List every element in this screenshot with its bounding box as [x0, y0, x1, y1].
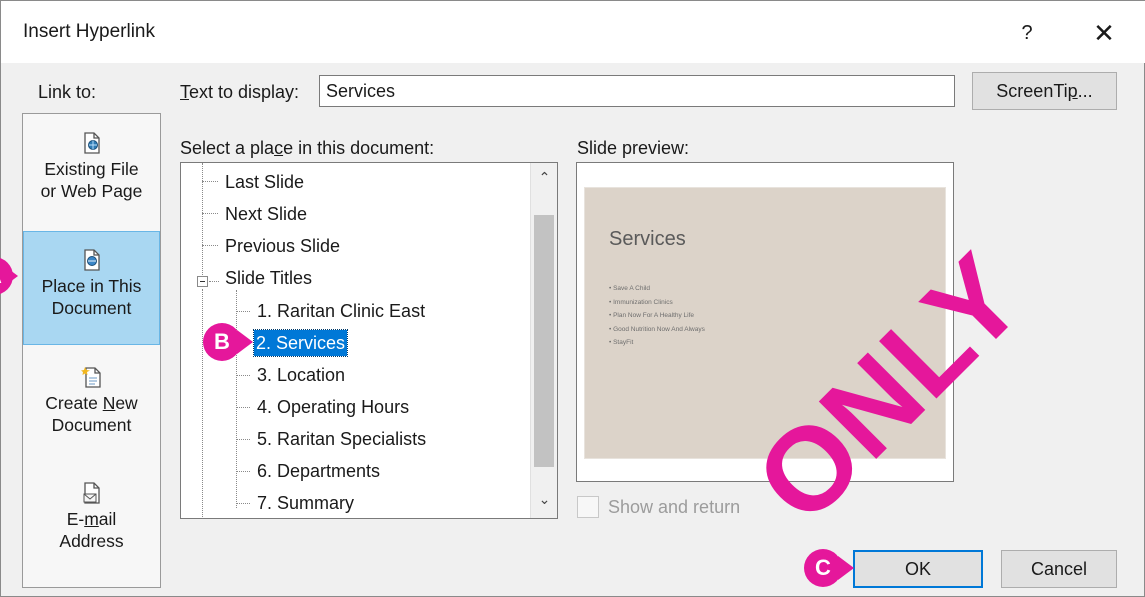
tree-scrollbar[interactable]: ⌃ ⌄ [530, 163, 557, 518]
tree-line [236, 471, 250, 472]
slide-bullet: StayFit [609, 336, 705, 350]
screentip-button[interactable]: ScreenTip... [972, 72, 1117, 110]
tree-item-slide-1[interactable]: 1. Raritan Clinic East [257, 298, 425, 324]
link-existing-file-line2: or Web Page [40, 181, 143, 201]
tree-line [236, 375, 250, 376]
slide-bullet: Immunization Clinics [609, 296, 705, 310]
link-create-new-line2: Document [51, 415, 132, 435]
link-to-label: Link to: [38, 82, 97, 102]
link-email-address[interactable]: E-mail Address [23, 482, 160, 572]
tree-item-last-slide[interactable]: Last Slide [225, 169, 304, 195]
help-button[interactable]: ? [1007, 15, 1047, 51]
tree-line [202, 163, 203, 275]
link-existing-file[interactable]: Existing File or Web Page [23, 132, 160, 222]
tree-item-slide-7[interactable]: 7. Summary [257, 490, 354, 516]
tree-item-slide-3[interactable]: 3. Location [257, 362, 345, 388]
create-new-document-icon [80, 367, 101, 388]
link-existing-file-line1: Existing File [44, 159, 139, 179]
tree-line [236, 503, 250, 504]
slide-bullet-list: Save A Child Immunization Clinics Plan N… [609, 282, 705, 350]
collapse-toggle[interactable] [197, 276, 208, 287]
tree-item-slide-5[interactable]: 5. Raritan Specialists [257, 426, 426, 452]
tree-item-previous-slide[interactable]: Previous Slide [225, 233, 340, 259]
text-to-display-input[interactable]: Services [319, 75, 955, 107]
link-email-line1: E-mail [66, 509, 117, 529]
link-place-in-document[interactable]: Place in This Document [23, 231, 160, 345]
tree-line [202, 213, 218, 214]
slide-bullet: Save A Child [609, 282, 705, 296]
insert-hyperlink-dialog: Insert Hyperlink ? ✕ Link to: Existing F… [0, 0, 1145, 597]
tree-line [236, 290, 237, 508]
cancel-button[interactable]: Cancel [1001, 550, 1117, 588]
tree-item-slide-6[interactable]: 6. Departments [257, 458, 380, 484]
tree-line [202, 181, 218, 182]
tree-line [236, 439, 250, 440]
title-bar: Insert Hyperlink ? ✕ [1, 1, 1145, 63]
tree-line [236, 311, 250, 312]
link-create-new-document[interactable]: Create New Document [23, 366, 160, 456]
email-address-icon [83, 482, 100, 504]
show-and-return-label: Show and return [608, 497, 741, 517]
slide-bullet: Plan Now For A Healthy Life [609, 309, 705, 323]
slide-title: Services [609, 228, 686, 250]
show-and-return-checkbox[interactable] [577, 496, 599, 518]
scroll-thumb[interactable] [534, 215, 554, 467]
link-create-new-line1: Create New [45, 393, 138, 413]
tree-line [236, 407, 250, 408]
callout-a-badge: A [0, 257, 13, 295]
callout-b-badge: B [203, 323, 241, 361]
slide-preview-frame: Services Save A Child Immunization Clini… [576, 162, 954, 482]
tree-line [202, 289, 203, 518]
tree-item-slide-4[interactable]: 4. Operating Hours [257, 394, 409, 420]
slide-preview-label: Slide preview: [577, 138, 690, 158]
scroll-down-arrow-icon[interactable]: ⌄ [531, 491, 557, 515]
link-place-line2: Document [51, 298, 132, 318]
place-list-label: Select a place in this document: [180, 138, 435, 158]
scroll-up-arrow-icon[interactable]: ⌃ [531, 169, 557, 193]
callout-c-badge: C [804, 549, 842, 587]
tree-line [202, 245, 218, 246]
dialog-title: Insert Hyperlink [23, 21, 155, 42]
slide-bullet: Good Nutrition Now And Always [609, 323, 705, 337]
slide-thumbnail: Services Save A Child Immunization Clini… [584, 187, 946, 459]
tree-item-slide-2[interactable]: 2. Services [252, 329, 349, 357]
tree-line [209, 281, 219, 282]
place-in-document-icon [83, 249, 100, 271]
tree-item-slide-titles[interactable]: Slide Titles [225, 265, 312, 291]
text-to-display-label: Text to display: [180, 82, 300, 102]
existing-file-icon [83, 132, 100, 154]
link-to-bar: Existing File or Web Page Place in This … [22, 113, 161, 588]
ok-button[interactable]: OK [853, 550, 983, 588]
tree-item-next-slide[interactable]: Next Slide [225, 201, 307, 227]
link-email-line2: Address [59, 531, 124, 551]
close-button[interactable]: ✕ [1079, 15, 1129, 51]
link-place-line1: Place in This [41, 276, 142, 296]
